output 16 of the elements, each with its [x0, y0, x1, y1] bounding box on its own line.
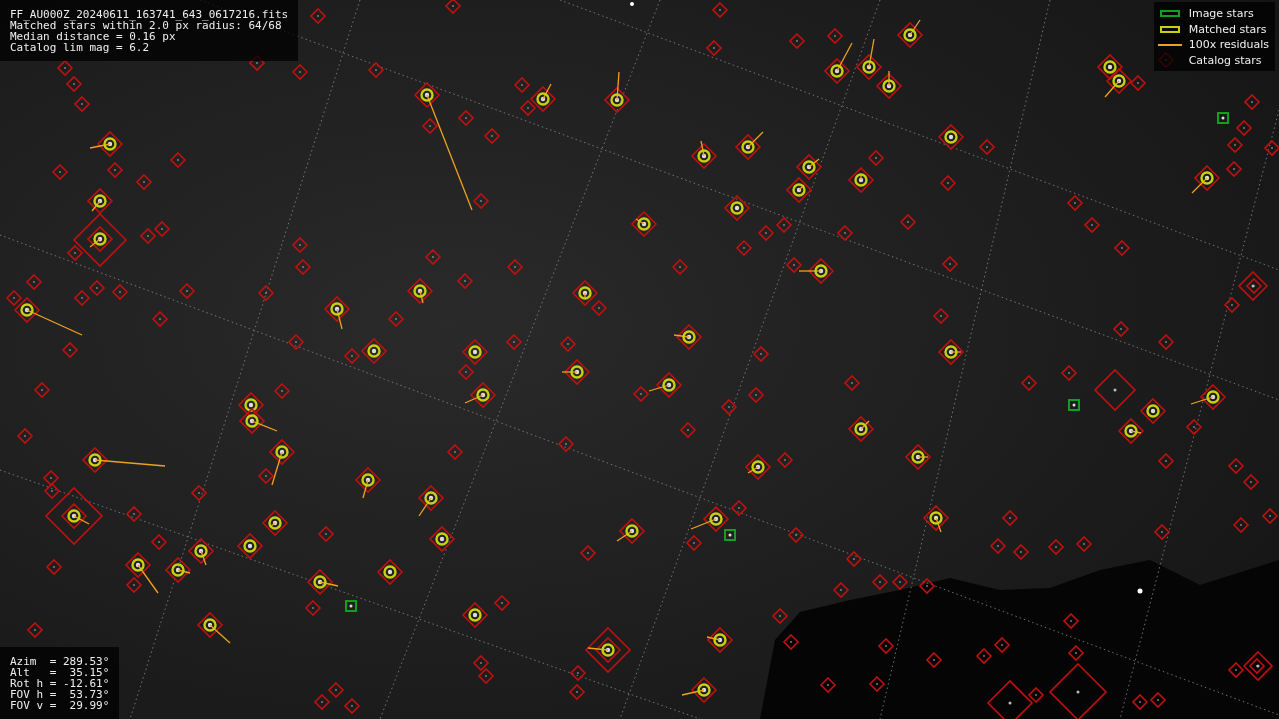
- matched-star-square-icon: [1159, 25, 1180, 33]
- camera-info-line: Rot h = -12.61°: [10, 678, 110, 689]
- legend-label: Matched stars: [1188, 21, 1267, 37]
- file-info-line: Catalog lim mag = 6.2: [10, 42, 151, 53]
- line-icon: [1157, 44, 1182, 46]
- file-info-line: Median distance = 0.16 px: [10, 31, 176, 42]
- file-info-line: Matched stars within 2.0 px radius: 64/68: [10, 20, 282, 31]
- camera-info-line: Alt = 35.15°: [10, 667, 110, 678]
- legend-label: Catalog stars: [1188, 52, 1262, 68]
- image-star-square-icon: [1159, 10, 1180, 18]
- camera-info-line: FOV v = 29.99°: [10, 700, 110, 711]
- camera-info-line: Azim = 289.53°: [10, 656, 110, 667]
- legend-label: Image stars: [1188, 6, 1254, 22]
- legend-label: 100x residuals: [1188, 37, 1269, 53]
- camera-info-line: FOV h = 53.73°: [10, 689, 110, 700]
- file-info-line: FF_AU000Z_20240611_163741_643_0617216.fits: [10, 9, 289, 20]
